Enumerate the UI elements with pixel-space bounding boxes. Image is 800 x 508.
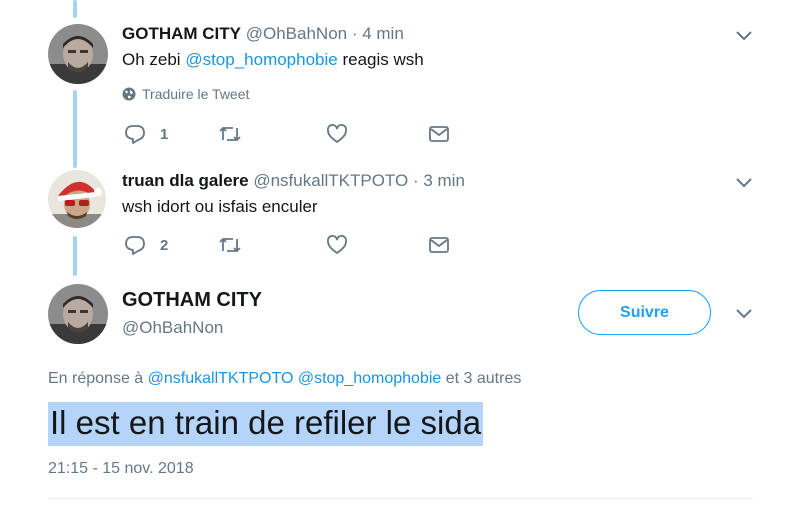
- tweet-header: GOTHAM CITY @OhBahNon · 4 min: [122, 24, 404, 44]
- reply-prefix: En réponse à: [48, 370, 148, 387]
- display-name[interactable]: truan dla galere: [122, 171, 249, 190]
- mention-link[interactable]: @stop_homophobie: [298, 370, 441, 387]
- display-name[interactable]: GOTHAM CITY: [122, 24, 241, 43]
- tweet-time[interactable]: 4 min: [362, 24, 404, 43]
- mention-link[interactable]: @stop_homophobie: [185, 50, 337, 69]
- display-name[interactable]: GOTHAM CITY: [122, 289, 262, 312]
- reply-context: En réponse à @nsfukallTKTPOTO @stop_homo…: [48, 370, 521, 388]
- thread-line-top: [73, 0, 77, 18]
- avatar[interactable]: [48, 170, 106, 228]
- tweet-text: Oh zebi @stop_homophobie reagis wsh: [122, 50, 424, 70]
- translate-tweet-link[interactable]: Traduire le Tweet: [122, 86, 249, 102]
- user-handle[interactable]: @OhBahNon: [122, 318, 223, 338]
- reply-icon: [125, 125, 145, 144]
- main-tweet-text: Il est en train de refiler le sida: [48, 402, 484, 446]
- thread-line-2: [73, 236, 77, 276]
- tweet-time[interactable]: 3 min: [423, 171, 465, 190]
- follow-button[interactable]: Suivre: [578, 290, 711, 335]
- tweet-text-before: Oh zebi: [122, 50, 186, 69]
- avatar[interactable]: [48, 24, 108, 84]
- tweet-header: truan dla galere @nsfukallTKTPOTO · 3 mi…: [122, 171, 465, 191]
- retweet-button[interactable]: [218, 123, 242, 145]
- separator-dot: ·: [347, 24, 363, 43]
- reply-count: 1: [160, 125, 169, 143]
- user-handle[interactable]: @OhBahNon: [246, 24, 347, 43]
- separator-dot: ·: [408, 171, 424, 190]
- reply-suffix[interactable]: et 3 autres: [441, 370, 522, 387]
- retweet-icon: [219, 238, 241, 252]
- divider: [48, 498, 753, 499]
- chevron-down-icon[interactable]: [735, 308, 753, 320]
- like-icon: [327, 235, 347, 254]
- retweet-icon: [219, 127, 241, 141]
- direct-message-icon: [429, 126, 449, 142]
- retweet-button[interactable]: [218, 234, 242, 256]
- globe-icon: [122, 87, 136, 101]
- user-handle[interactable]: @nsfukallTKTPOTO: [253, 171, 408, 190]
- direct-message-icon: [429, 237, 449, 253]
- chevron-down-icon[interactable]: [735, 177, 753, 189]
- thread-line-1: [73, 90, 77, 168]
- reply-count: 2: [160, 236, 169, 254]
- chevron-down-icon[interactable]: [735, 30, 753, 42]
- tweet-text: wsh idort ou isfais enculer: [122, 197, 318, 216]
- mention-link[interactable]: @nsfukallTKTPOTO: [148, 370, 294, 387]
- like-button[interactable]: [326, 234, 348, 256]
- tweet-text-after: reagis wsh: [337, 50, 424, 69]
- avatar[interactable]: [48, 284, 108, 344]
- like-button[interactable]: [326, 123, 348, 145]
- translate-label: Traduire le Tweet: [142, 86, 250, 102]
- direct-message-button[interactable]: [428, 234, 450, 256]
- reply-icon: [125, 236, 145, 255]
- reply-button[interactable]: 1: [124, 123, 168, 145]
- tweet-timestamp[interactable]: 21:15 - 15 nov. 2018: [48, 460, 194, 478]
- reply-button[interactable]: 2: [124, 234, 168, 256]
- direct-message-button[interactable]: [428, 123, 450, 145]
- like-icon: [327, 124, 347, 143]
